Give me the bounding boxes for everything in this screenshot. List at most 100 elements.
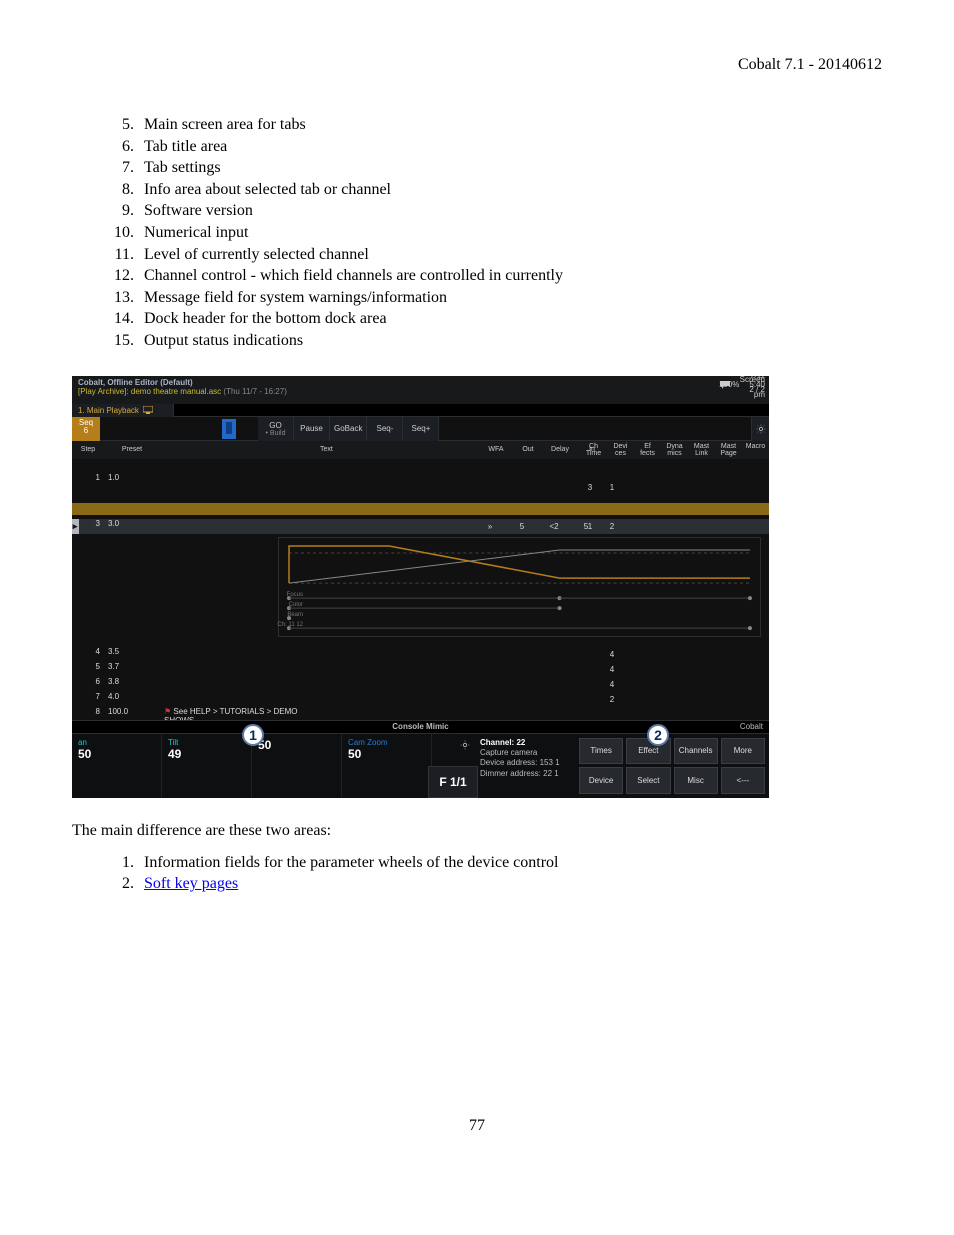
table-row-selected[interactable]: ▸ 3 3.0 » 5 <2 5 12 xyxy=(72,519,769,534)
page-number: 77 xyxy=(0,1117,954,1135)
wheel-title: an xyxy=(78,738,155,747)
softkey-device[interactable]: Device xyxy=(579,767,623,794)
cell-preset: 3.8 xyxy=(104,677,160,692)
graph-label-focus: Focus xyxy=(273,592,303,598)
graph-label-ch: Ch: 11 12 xyxy=(273,622,303,628)
seq-plus-button[interactable]: Seq+ xyxy=(403,417,439,441)
col-delay: Delay xyxy=(544,441,576,459)
cell-step: 7 xyxy=(72,692,104,707)
page-value: F 1/1 xyxy=(439,775,466,789)
table-row[interactable]: 43.5 4 xyxy=(72,647,769,662)
play-marker-icon: ▸ xyxy=(72,519,79,534)
cell-fx: 2 xyxy=(601,522,623,531)
col-wfa: WFA xyxy=(480,441,512,459)
softkey-more[interactable]: More xyxy=(721,738,765,765)
cell-preset: 4.0 xyxy=(104,692,160,707)
softkey-grid: Times Effect Channels More Device Select… xyxy=(579,738,765,794)
parameter-wheels: an 50 Tilt 49 50 Cam Zoom 50 xyxy=(72,734,469,798)
list-item: Soft key pages xyxy=(138,873,882,895)
clock: 7/11 5:40 pm xyxy=(749,376,765,400)
wheel-value: 50 xyxy=(258,738,335,752)
softkey-select[interactable]: Select xyxy=(626,767,670,794)
table-row-active[interactable] xyxy=(72,503,769,515)
softkey-pages-link[interactable]: Soft key pages xyxy=(144,875,238,892)
cell-fx: 4 xyxy=(601,680,623,689)
table-row[interactable]: 53.7 4 xyxy=(72,662,769,677)
goback-button[interactable]: GoBack xyxy=(330,417,367,441)
info-device-addr: Device address: 153 1 xyxy=(480,758,580,768)
archive-name: [Play Archive]: demo theatre manual.asc xyxy=(78,387,221,396)
numbered-list-2: Information fields for the parameter whe… xyxy=(72,852,882,895)
col-text: Text xyxy=(316,441,474,459)
softkey-misc[interactable]: Misc xyxy=(674,767,718,794)
cell-delay: <2 xyxy=(538,522,570,531)
go-label: GO xyxy=(269,421,281,430)
page-knob[interactable]: F 1/1 xyxy=(428,766,478,798)
cell-preset: 3.5 xyxy=(104,647,160,662)
page-header-right: Cobalt 7.1 - 20140612 xyxy=(72,56,882,74)
cell-fx: 1 xyxy=(601,483,623,492)
col-effects: Effects xyxy=(634,441,661,457)
softkey-channels[interactable]: Channels xyxy=(674,738,718,765)
col-chtime: ChTime xyxy=(580,441,607,457)
list-item: Numerical input xyxy=(138,222,882,244)
col-mastpage: MastPage xyxy=(715,441,742,457)
tab-settings-button[interactable] xyxy=(751,417,769,441)
table-row[interactable]: 1 1.0 31 xyxy=(72,473,769,503)
wheel-3[interactable]: 50 xyxy=(252,734,342,798)
cobalt-label: Cobalt xyxy=(740,722,763,731)
list-item: Tab settings xyxy=(138,157,882,179)
play-archive-line: [Play Archive]: demo theatre manual.asc … xyxy=(78,387,763,396)
wheel-value: 49 xyxy=(168,747,245,761)
seq-minus-button[interactable]: Seq- xyxy=(367,417,403,441)
col-out: Out xyxy=(512,441,544,459)
wheel-tilt[interactable]: Tilt 49 xyxy=(162,734,252,798)
seq-number: 6 xyxy=(72,427,100,436)
list-item: Output status indications xyxy=(138,330,882,352)
paragraph: The main difference are these two areas: xyxy=(72,822,882,840)
table-row[interactable]: 63.8 4 xyxy=(72,677,769,692)
archive-date: (Thu 11/7 - 16:27) xyxy=(223,387,286,396)
go-button[interactable]: GO • Build xyxy=(258,417,294,441)
softkey-times[interactable]: Times xyxy=(579,738,623,765)
list-item: Dock header for the bottom dock area xyxy=(138,308,882,330)
wheel-pan[interactable]: an 50 xyxy=(72,734,162,798)
tab-main-playback[interactable]: 1. Main Playback xyxy=(72,404,174,417)
cell-out: 5 xyxy=(506,522,538,531)
dock-settings-button[interactable] xyxy=(460,740,470,752)
app-titlebar: Cobalt, Offline Editor (Default) [Play A… xyxy=(72,376,769,404)
tab-monitor-icon xyxy=(143,406,153,416)
list-item: Message field for system warnings/inform… xyxy=(138,287,882,309)
go-sublabel: • Build xyxy=(266,430,286,437)
cue-grid: 1 1.0 31 ▸ 3 3.0 » 5 <2 5 12 xyxy=(72,459,769,720)
graph-label-beam: Beam xyxy=(273,612,303,618)
list-item: Information fields for the parameter whe… xyxy=(138,852,882,874)
flag-icon: ⚑ xyxy=(164,707,173,716)
pause-button[interactable]: Pause xyxy=(294,417,330,441)
cell-step: 6 xyxy=(72,677,104,692)
cell-step: 4 xyxy=(72,647,104,662)
col-devices: Devices xyxy=(607,441,634,457)
cell-preset: 3.0 xyxy=(104,519,160,534)
cell-preset: 3.7 xyxy=(104,662,160,677)
tab-strip: 1. Main Playback xyxy=(72,404,769,417)
cell-fx: 3 xyxy=(579,483,601,492)
zoom-level: 100% xyxy=(719,380,739,390)
wheel-camzoom[interactable]: Cam Zoom 50 xyxy=(342,734,432,798)
cell-fx: 4 xyxy=(601,665,623,674)
console-mimic-label: Console Mimic xyxy=(392,722,448,731)
col-mastlink: MastLink xyxy=(688,441,715,457)
table-row[interactable]: 74.0 2 xyxy=(72,692,769,707)
cell-wfa: » xyxy=(474,522,506,531)
info-channel: Channel: 22 xyxy=(480,738,580,748)
graph-label-color: Color xyxy=(273,602,303,608)
callout-2: 2 xyxy=(647,724,669,746)
column-headers: Step Preset Text WFA Out Delay In ChTime… xyxy=(72,441,769,459)
screenshot-figure: Cobalt, Offline Editor (Default) [Play A… xyxy=(72,376,769,798)
softkey-back[interactable]: <--- xyxy=(721,767,765,794)
gear-icon xyxy=(756,424,766,434)
cell-fx: 2 xyxy=(601,695,623,704)
list-item: Main screen area for tabs xyxy=(138,114,882,136)
wheel-title: Cam Zoom xyxy=(348,738,425,747)
sequence-indicator[interactable]: Seq 6 xyxy=(72,417,100,441)
